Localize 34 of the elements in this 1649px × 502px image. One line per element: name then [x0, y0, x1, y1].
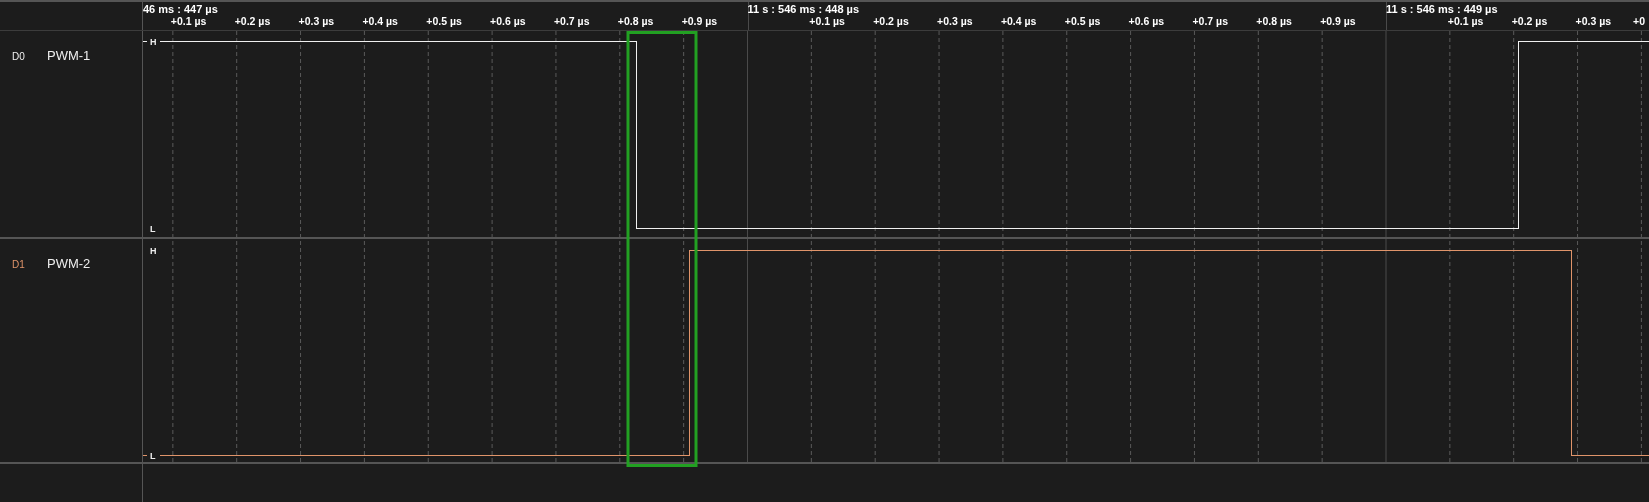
- tick-label: +0.5 µs: [426, 15, 462, 27]
- level-label: L: [150, 451, 156, 461]
- tick-label: +0.1 µs: [1447, 15, 1484, 27]
- tick-label: +0.2 µs: [873, 15, 909, 27]
- channel-id: D0: [11, 50, 26, 62]
- tick-label: +0: [1633, 15, 1645, 27]
- tick-label: +0.7 µs: [1192, 15, 1228, 27]
- tick-label: +0.9 µs: [1320, 15, 1356, 27]
- level-label: L: [150, 224, 156, 234]
- timestamp-label: 46 ms : 447 µs: [143, 3, 218, 15]
- channel-id: D1: [11, 258, 26, 270]
- timestamp-label: 11 s : 546 ms : 449 µs: [1386, 3, 1498, 15]
- tick-label: +0.2 µs: [1511, 15, 1548, 27]
- tick-label: +0.3 µs: [1575, 15, 1612, 27]
- tick-label: +0.1 µs: [809, 15, 845, 27]
- tick-label: +0.1 µs: [170, 15, 207, 27]
- timestamp-label: 11 s : 546 ms : 448 µs: [747, 3, 860, 15]
- tick-label: +0.8 µs: [1256, 15, 1292, 27]
- tick-label: +0.4 µs: [362, 15, 398, 27]
- tick-label: +0.2 µs: [234, 15, 271, 27]
- selection-rectangle[interactable]: [626, 31, 698, 467]
- tick-label: +0.9 µs: [681, 15, 718, 27]
- tick-label: +0.7 µs: [553, 15, 590, 27]
- level-label: H: [150, 246, 157, 256]
- tick-label: +0.6 µs: [1128, 15, 1165, 27]
- tick-label: +0.5 µs: [1064, 15, 1101, 27]
- tick-label: +0.6 µs: [490, 15, 526, 27]
- tick-label: +0.4 µs: [1000, 15, 1037, 27]
- level-label: H: [150, 37, 157, 47]
- tick-label: +0.3 µs: [298, 15, 335, 27]
- tick-label: +0.3 µs: [937, 15, 973, 27]
- tick-label: +0.8 µs: [617, 15, 654, 27]
- channel-name: PWM-2: [47, 256, 91, 271]
- channel-name: PWM-1: [47, 48, 91, 63]
